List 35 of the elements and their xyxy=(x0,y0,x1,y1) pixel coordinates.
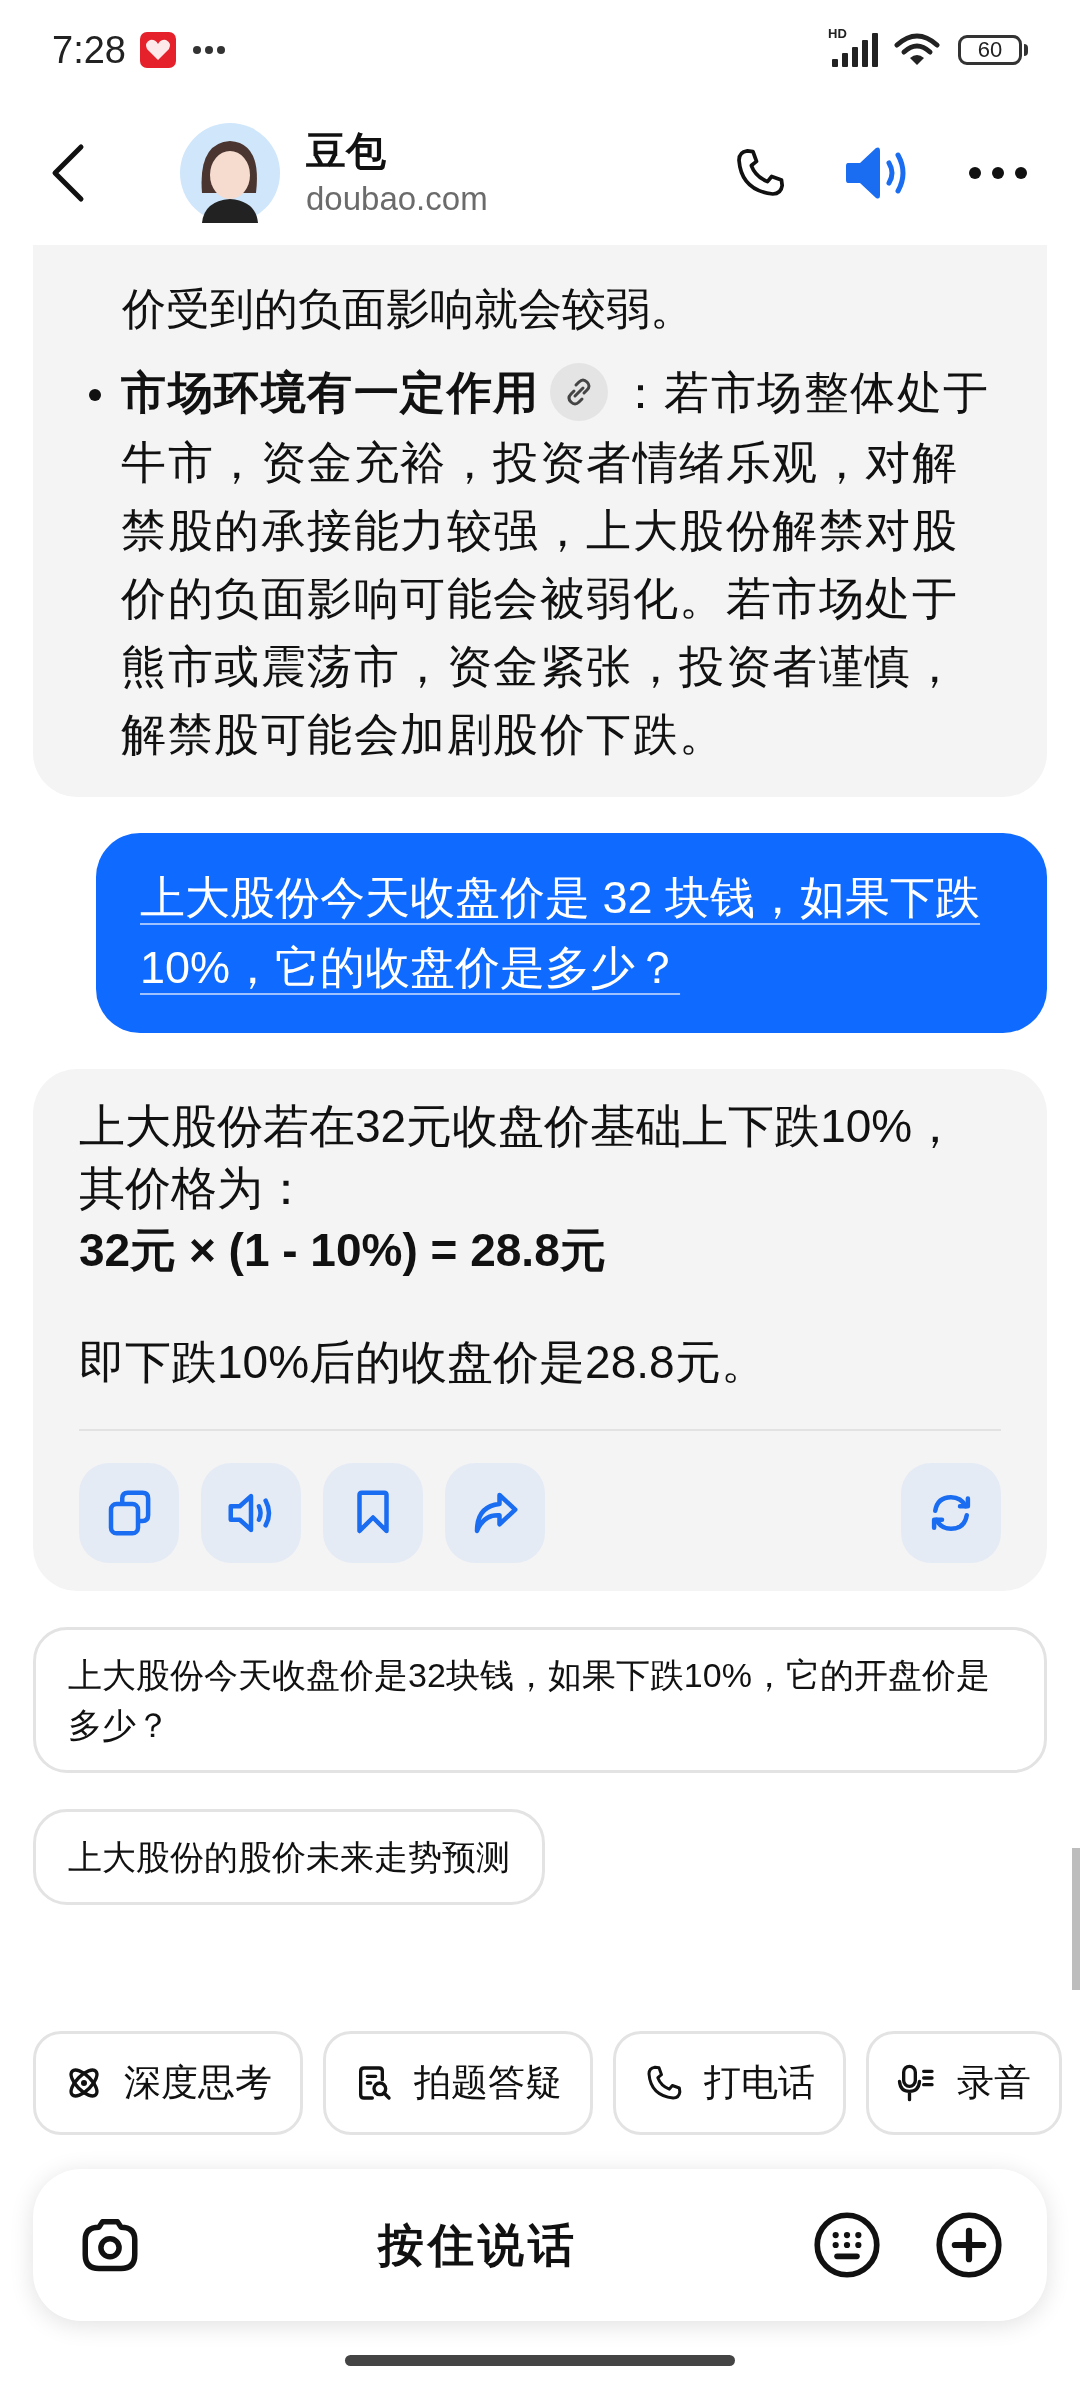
more-notifications-icon xyxy=(191,45,226,55)
message-paragraph: 其价格为： xyxy=(79,1161,310,1217)
suggested-question[interactable]: 上大股份的股价未来走势预测 xyxy=(33,1809,545,1906)
status-time: 7:28 xyxy=(52,27,126,73)
regenerate-button[interactable] xyxy=(901,1463,1001,1564)
user-message-text: 上大股份今天收盘价是 32 块钱，如果下跌 10%，它的收盘价是多少？ xyxy=(140,871,982,996)
wifi-icon xyxy=(894,33,940,67)
copy-button[interactable] xyxy=(79,1463,179,1564)
bullet-icon xyxy=(89,389,101,401)
network-label: HD xyxy=(828,27,847,40)
add-icon[interactable] xyxy=(935,2211,1003,2279)
speak-button[interactable] xyxy=(201,1463,301,1564)
bullet-text: 市场环境有一定作用 ：若市场整体处于牛市，资金充裕，投资者情绪乐观，对解禁股的承接能力较强，上大股份解禁对股价的负面影响可能会被弱化。若市场处于熊市或震荡市，资金紧张，投资者谨慎，解禁股可能会加剧股价下跌。 xyxy=(121,359,999,770)
hold-to-talk-label: 按住说话 xyxy=(376,2217,579,2273)
formula-text: 32元 × (1 - 10%) = 28.8元 xyxy=(79,1223,607,1279)
suggested-question[interactable]: 上大股份今天收盘价是32块钱，如果下跌10%，它的开盘价是多少？ xyxy=(33,1627,1047,1774)
chat-title: 豆包 xyxy=(306,127,387,175)
battery-level: 60 xyxy=(977,39,1003,61)
link-icon[interactable] xyxy=(549,363,608,422)
shortcut-chip[interactable]: 深度思考 xyxy=(33,2031,303,2135)
shortcut-chip[interactable]: 打电话 xyxy=(613,2031,846,2135)
more-icon[interactable] xyxy=(968,165,1028,180)
message-paragraph: 价受到的负面影响就会较弱。 xyxy=(121,283,695,335)
message-paragraph: 即下跌10%后的收盘价是28.8元。 xyxy=(79,1335,768,1391)
chat-subtitle: doubao.com xyxy=(306,178,488,219)
keyboard-icon[interactable] xyxy=(813,2211,881,2279)
shortcut-chip[interactable]: 录音 xyxy=(866,2031,1062,2135)
app-notification-icon xyxy=(139,32,176,68)
voice-input-bar[interactable]: 按住说话 xyxy=(33,2169,1047,2321)
bookmark-button[interactable] xyxy=(323,1463,423,1564)
avatar[interactable] xyxy=(180,122,280,223)
share-button[interactable] xyxy=(445,1463,545,1564)
message-line: 上大股份若在32元收盘价基础上下跌10%， xyxy=(79,1099,960,1155)
microphone-icon xyxy=(897,2063,937,2103)
shortcut-chip[interactable]: 拍题答疑 xyxy=(323,2031,593,2135)
